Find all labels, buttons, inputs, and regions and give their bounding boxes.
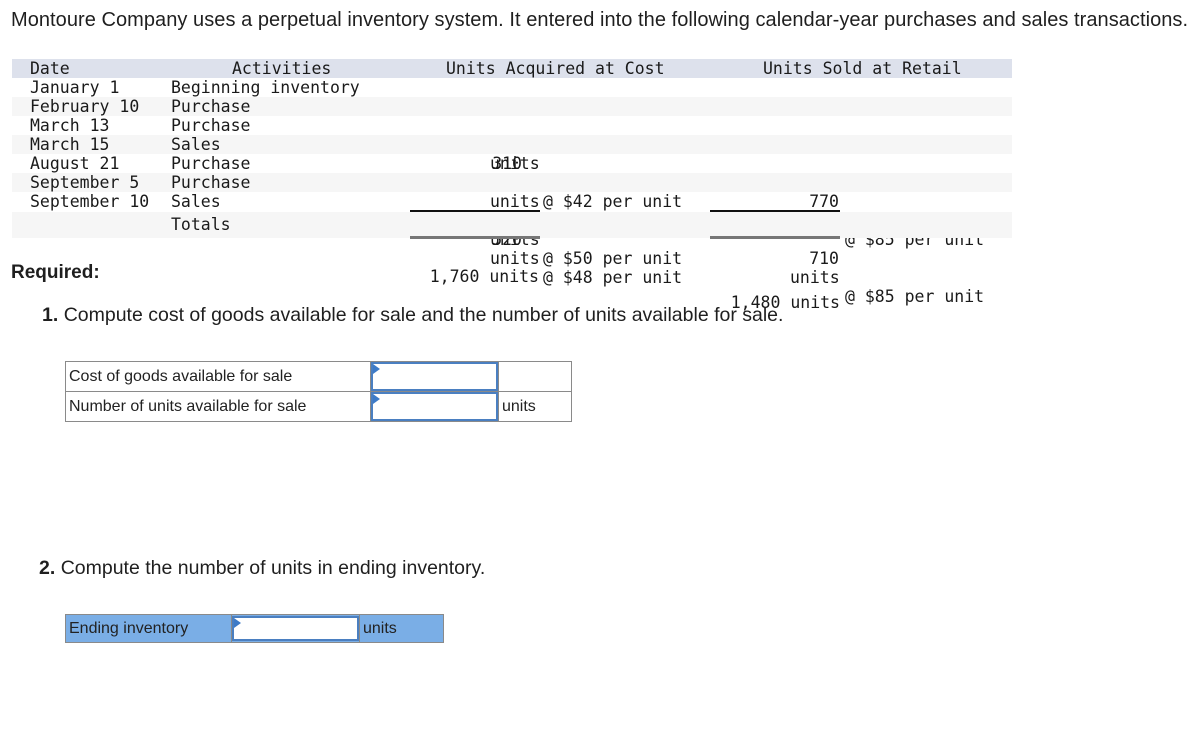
row-date: September 10 bbox=[30, 192, 150, 211]
totals-label: Totals bbox=[171, 215, 231, 234]
table-row: September 10 Sales 710 units @ $85 per u… bbox=[12, 192, 1012, 306]
row-activity: Purchase bbox=[171, 116, 251, 135]
header-units-sold: Units Sold at Retail bbox=[763, 59, 962, 78]
ending-inventory-label: Ending inventory bbox=[65, 614, 232, 643]
table-row: January 1 Beginning inventory 620 units … bbox=[12, 78, 1012, 192]
totals-row: Totals 1,760 units 1,480 units bbox=[12, 212, 1012, 312]
table-row: February 10 Purchase 310 units @ $42 per… bbox=[12, 97, 1012, 211]
acquired-total: 1,760 units bbox=[429, 267, 539, 286]
cost-of-goods-unit bbox=[498, 361, 572, 392]
cost-of-goods-input[interactable] bbox=[371, 362, 498, 391]
table-row: August 21 Purchase 190 units @ $50 per u… bbox=[12, 154, 1012, 268]
sold-price: @ $85 per unit bbox=[845, 287, 985, 306]
answer-row-cost-of-goods: Cost of goods available for sale bbox=[65, 361, 572, 392]
sold-quantity: 710 bbox=[809, 249, 839, 268]
question-1-text: Compute cost of goods available for sale… bbox=[63, 304, 784, 326]
problem-intro: Montoure Company uses a perpetual invent… bbox=[11, 9, 1189, 31]
ending-inventory-input[interactable] bbox=[232, 616, 359, 641]
sold-units-word: units bbox=[790, 268, 840, 287]
question-1-number: 1. bbox=[42, 304, 59, 326]
row-date: August 21 bbox=[30, 154, 120, 173]
question-2: 2. Compute the number of units in ending… bbox=[39, 557, 485, 580]
row-activity: Purchase bbox=[171, 173, 251, 192]
row-activity: Purchase bbox=[171, 97, 251, 116]
row-date: September 5 bbox=[30, 173, 140, 192]
row-date: March 15 bbox=[30, 135, 110, 154]
question-2-answer-grid: Ending inventory units bbox=[65, 614, 444, 643]
question-1: 1. Compute cost of goods available for s… bbox=[42, 304, 783, 327]
table-row: September 5 Purchase 520 units @ $48 per… bbox=[12, 173, 1012, 287]
header-units-acquired: Units Acquired at Cost bbox=[446, 59, 665, 78]
header-activities: Activities bbox=[232, 59, 332, 78]
acquired-price: @ $50 per unit bbox=[543, 249, 683, 268]
row-activity: Purchase bbox=[171, 154, 251, 173]
transactions-table: Date Activities Units Acquired at Cost U… bbox=[12, 59, 1012, 312]
answer-row-units-available: Number of units available for sale units bbox=[65, 391, 572, 422]
acquired-price: @ $48 per unit bbox=[543, 268, 683, 287]
units-available-label: Number of units available for sale bbox=[65, 391, 371, 422]
table-row: March 13 Purchase 120 units @ $30 per un… bbox=[12, 116, 1012, 230]
units-available-input[interactable] bbox=[371, 392, 498, 421]
units-available-unit: units bbox=[498, 391, 572, 422]
question-2-number: 2. bbox=[39, 557, 56, 579]
row-activity: Beginning inventory bbox=[171, 78, 360, 97]
row-date: March 13 bbox=[30, 116, 110, 135]
table-row: March 15 Sales 770 units @ $85 per unit bbox=[12, 135, 1012, 249]
row-date: January 1 bbox=[30, 78, 120, 97]
ending-inventory-unit: units bbox=[359, 614, 444, 643]
question-1-answer-grid: Cost of goods available for sale Number … bbox=[65, 361, 572, 422]
cost-of-goods-label: Cost of goods available for sale bbox=[65, 361, 371, 392]
row-activity: Sales bbox=[171, 135, 221, 154]
table-header-row: Date Activities Units Acquired at Cost U… bbox=[12, 59, 1012, 78]
header-date: Date bbox=[30, 59, 70, 78]
acquired-total-rule bbox=[410, 236, 540, 239]
row-activity: Sales bbox=[171, 192, 221, 211]
sold-total-rule bbox=[710, 236, 840, 239]
question-2-text: Compute the number of units in ending in… bbox=[60, 557, 486, 579]
answer-row-ending-inventory: Ending inventory units bbox=[65, 614, 444, 643]
row-date: February 10 bbox=[30, 97, 140, 116]
required-heading: Required: bbox=[11, 262, 100, 283]
